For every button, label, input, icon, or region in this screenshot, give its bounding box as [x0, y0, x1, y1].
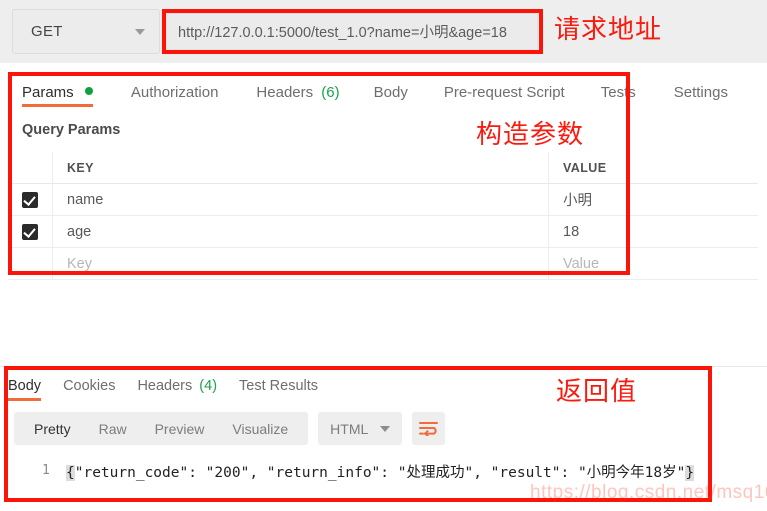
- tab-label: Settings: [673, 84, 728, 101]
- http-method-value: GET: [31, 23, 63, 40]
- response-tab-test-results[interactable]: Test Results: [239, 370, 318, 394]
- tab-label: Params: [22, 84, 74, 101]
- annotation-response-label: 返回值: [556, 376, 638, 406]
- tab-label: Body: [373, 84, 408, 101]
- http-method-select[interactable]: GET: [12, 9, 160, 54]
- language-value: HTML: [330, 420, 369, 437]
- chevron-down-icon: [135, 28, 145, 35]
- tab-label: Pre-request Script: [443, 84, 565, 101]
- new-value-input[interactable]: Value: [549, 248, 758, 279]
- response-body-line: {"return_code": "200", "return_info": "处…: [66, 461, 695, 482]
- tab-count: (4): [199, 378, 218, 394]
- format-pretty-button[interactable]: Pretty: [20, 421, 85, 437]
- request-tabstrip: Params Authorization Headers (6) Body Pr…: [0, 63, 767, 113]
- table-row[interactable]: name 小明: [8, 184, 758, 216]
- watermark-text: https://blog.csdn.net/msq16021: [530, 482, 767, 503]
- tab-count: (6): [321, 84, 340, 101]
- tab-underline: [22, 104, 93, 107]
- tab-label: Test Results: [239, 378, 319, 394]
- chevron-down-icon: [380, 425, 391, 432]
- tab-settings[interactable]: Settings: [674, 63, 728, 101]
- tab-underline: [8, 398, 42, 401]
- header-cell-value: VALUE: [563, 160, 607, 175]
- wrap-text-button[interactable]: [412, 412, 446, 445]
- annotation-url-label: 请求地址: [554, 14, 663, 44]
- format-raw-button[interactable]: Raw: [85, 421, 141, 437]
- row-value-input[interactable]: 18: [549, 216, 758, 247]
- wrap-text-icon: [419, 422, 439, 436]
- tab-label: Cookies: [63, 378, 116, 394]
- json-content: "return_code": "200", "return_info": "处理…: [74, 465, 686, 481]
- row-checkbox-cell[interactable]: [8, 216, 53, 247]
- row-key-input[interactable]: name: [53, 184, 549, 215]
- response-tab-headers[interactable]: Headers (4): [137, 370, 217, 394]
- response-divider: [0, 366, 767, 367]
- request-url-input[interactable]: http://127.0.0.1:5000/test_1.0?name=小明&a…: [166, 13, 538, 50]
- json-open-brace: {: [66, 465, 75, 481]
- table-row-empty[interactable]: Key Value: [8, 248, 758, 280]
- tab-pre-request-script[interactable]: Pre-request Script: [444, 63, 565, 101]
- response-format-bar: Pretty Raw Preview Visualize HTML: [14, 412, 446, 445]
- tab-params[interactable]: Params: [22, 63, 93, 107]
- header-cell-key: KEY: [53, 152, 549, 183]
- response-tab-cookies[interactable]: Cookies: [63, 370, 115, 394]
- checkbox-checked-icon[interactable]: [22, 223, 38, 240]
- tab-label: Authorization: [130, 84, 219, 101]
- tab-body[interactable]: Body: [374, 63, 408, 101]
- url-field-wrapper: http://127.0.0.1:5000/test_1.0?name=小明&a…: [162, 9, 542, 54]
- tab-label: Headers: [137, 378, 193, 394]
- tab-label: Tests: [600, 84, 636, 101]
- json-close-brace: }: [685, 465, 695, 481]
- response-tab-body[interactable]: Body: [8, 370, 42, 401]
- tab-tests[interactable]: Tests: [601, 63, 636, 101]
- query-params-title: Query Params: [22, 122, 121, 138]
- new-key-input[interactable]: Key: [53, 248, 549, 279]
- tab-authorization[interactable]: Authorization: [131, 63, 219, 101]
- params-active-dot-icon: [84, 87, 93, 95]
- row-checkbox-cell[interactable]: [8, 184, 53, 215]
- row-checkbox-cell-empty[interactable]: [8, 248, 53, 279]
- row-key-input[interactable]: age: [53, 216, 549, 247]
- table-row[interactable]: age 18: [8, 216, 758, 248]
- row-value-input[interactable]: 小明: [549, 184, 758, 215]
- format-segment-group: Pretty Raw Preview Visualize: [14, 412, 309, 445]
- response-tabs-container: Body Cookies Headers (4) Test Results: [8, 370, 340, 406]
- postman-window: GET http://127.0.0.1:5000/test_1.0?name=…: [0, 0, 767, 511]
- request-tabs-container: Params Authorization Headers (6) Body Pr…: [0, 63, 767, 113]
- annotation-params-label: 构造参数: [476, 119, 585, 149]
- tab-label: Body: [8, 378, 42, 394]
- language-select[interactable]: HTML: [318, 412, 403, 445]
- format-preview-button[interactable]: Preview: [141, 421, 219, 437]
- tab-label: Headers: [256, 84, 314, 101]
- query-params-table: KEY VALUE name 小明 age 18 Key Value: [8, 152, 758, 280]
- table-header-row: KEY VALUE: [8, 152, 758, 184]
- tab-headers[interactable]: Headers (6): [256, 63, 339, 101]
- format-visualize-button[interactable]: Visualize: [218, 421, 302, 437]
- header-cell-checkbox: [8, 152, 53, 183]
- line-number: 1: [42, 463, 50, 478]
- checkbox-checked-icon[interactable]: [22, 191, 38, 208]
